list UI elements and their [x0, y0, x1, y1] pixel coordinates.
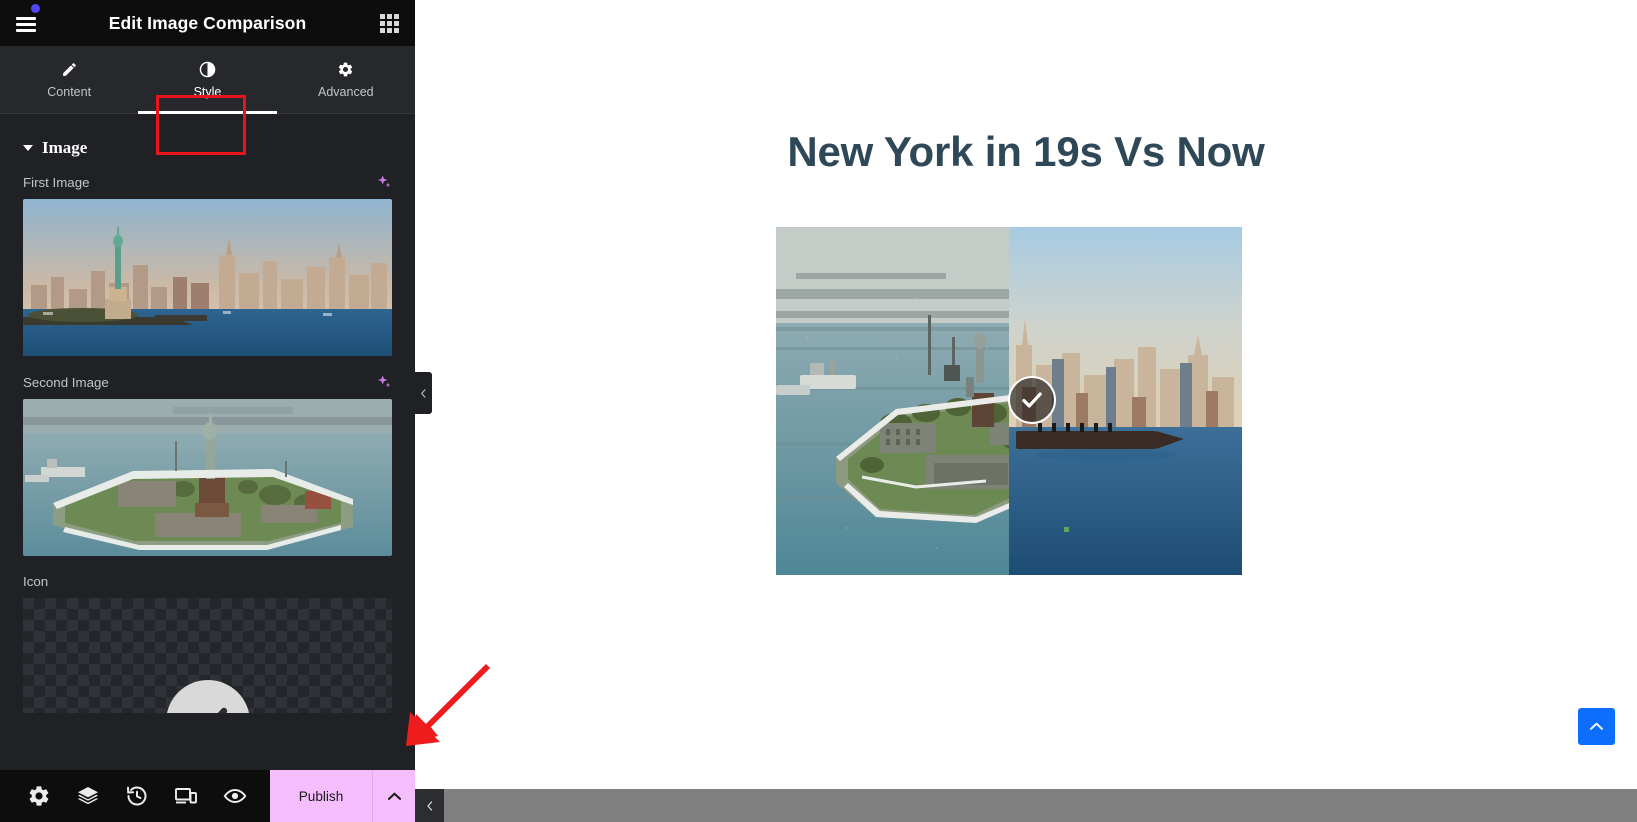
control-first-image-label: First Image [23, 174, 90, 190]
icon-preview[interactable] [23, 598, 392, 713]
section-image-title: Image [42, 138, 88, 157]
panel-header: Edit Image Comparison [0, 0, 415, 46]
control-icon-header: Icon [23, 574, 392, 589]
ai-sparkle-icon[interactable] [376, 174, 392, 190]
scrollbar-prev-button[interactable] [415, 789, 444, 822]
panel-title: Edit Image Comparison [108, 12, 307, 33]
tab-advanced[interactable]: Advanced [277, 46, 415, 113]
chevron-left-icon [421, 388, 426, 398]
page-title: New York in 19s Vs Now [787, 128, 1265, 175]
responsive-icon[interactable] [174, 784, 198, 808]
notification-dot-icon [31, 4, 40, 13]
chevron-up-icon [387, 792, 401, 800]
tab-style-label: Style [193, 84, 222, 99]
settings-icon[interactable] [27, 784, 51, 808]
apps-grid-icon[interactable] [380, 14, 399, 33]
elementor-editor-panel: Edit Image Comparison Content Style Adva… [0, 0, 415, 822]
first-image-preview[interactable] [23, 199, 392, 356]
control-second-image-header: Second Image [23, 374, 392, 390]
history-icon[interactable] [125, 784, 149, 808]
control-second-image-label: Second Image [23, 374, 109, 390]
eye-icon[interactable] [223, 784, 247, 808]
hamburger-icon[interactable] [14, 12, 38, 34]
second-image-preview[interactable] [23, 399, 392, 556]
panel-tabs: Content Style Advanced [0, 46, 415, 155]
caret-down-icon [23, 145, 33, 151]
section-image-header[interactable]: Image [23, 114, 392, 174]
checkmark-circle-handle-icon [1022, 392, 1042, 408]
chevron-up-icon [1590, 722, 1603, 730]
tab-content[interactable]: Content [0, 46, 138, 113]
panel-footer-tools [0, 770, 270, 822]
gear-icon [339, 62, 353, 76]
check-icon [217, 707, 227, 713]
checkmark-circle-icon [165, 680, 250, 713]
contrast-half-circle-icon [199, 61, 216, 77]
liberty-island-vintage-aerial-thumb [23, 399, 392, 556]
publish-options-button[interactable] [372, 770, 415, 822]
panel-body: Image First Image Second Image Icon [0, 114, 415, 770]
panel-collapse-handle[interactable] [415, 372, 432, 414]
tab-advanced-label: Advanced [318, 84, 374, 99]
publish-button[interactable]: Publish [270, 770, 372, 822]
panel-footer: Publish [0, 770, 415, 822]
tab-content-label: Content [47, 84, 92, 99]
tab-style[interactable]: Style [138, 46, 277, 114]
scroll-to-top-button[interactable] [1578, 708, 1615, 745]
chevron-left-icon [426, 800, 432, 811]
control-first-image-header: First Image [23, 174, 392, 190]
pencil-icon [62, 62, 76, 76]
canvas-horizontal-scrollbar[interactable] [415, 789, 1637, 822]
control-icon-label: Icon [23, 574, 49, 589]
scrollbar-track[interactable] [444, 789, 1637, 822]
comparison-divider-handle[interactable] [1008, 376, 1056, 424]
layers-icon[interactable] [76, 784, 100, 808]
statue-of-liberty-modern-skyline-thumb [23, 199, 392, 356]
app-root: Edit Image Comparison Content Style Adva… [0, 0, 1637, 822]
editor-canvas: New York in 19s Vs Now [415, 0, 1637, 822]
ai-sparkle-icon[interactable] [376, 374, 392, 390]
